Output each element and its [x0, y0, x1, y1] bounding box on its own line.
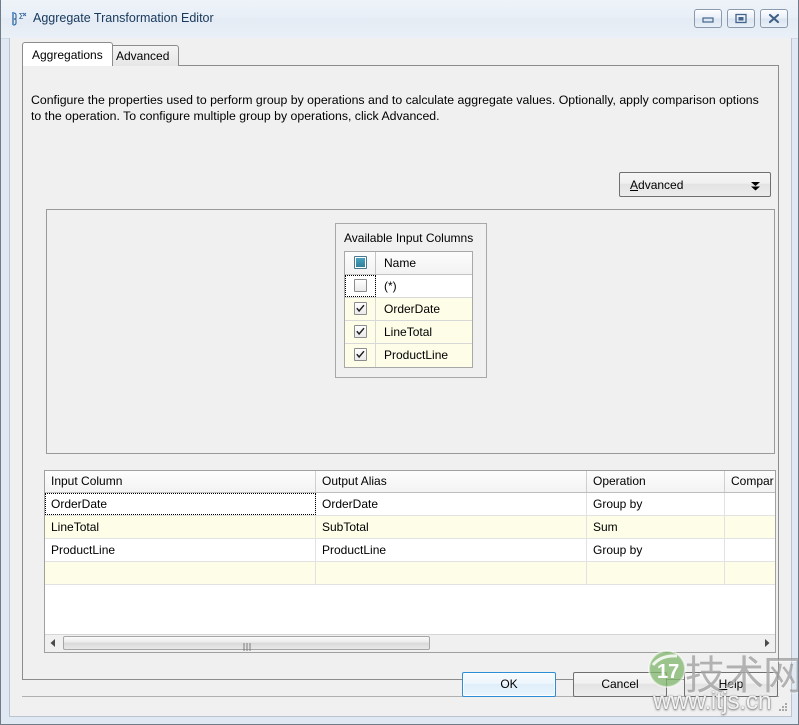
advanced-button[interactable]: Advanced: [619, 172, 771, 197]
available-input-columns-grid[interactable]: Name (*) OrderDate LineTotal ProductLine: [344, 251, 473, 368]
grid-header-comparison[interactable]: Compar: [725, 471, 775, 492]
column-checkbox-linetotal[interactable]: [354, 325, 367, 338]
advanced-label-rest: dvanced: [638, 178, 684, 192]
cell-operation[interactable]: Group by: [587, 493, 725, 515]
cell-input-column[interactable]: ProductLine: [45, 539, 316, 561]
cell-output-alias[interactable]: SubTotal: [316, 516, 587, 538]
title-bar[interactable]: Σ Aggregate Transformation Editor: [1, 0, 798, 39]
cancel-button-label: Cancel: [601, 677, 639, 691]
close-button[interactable]: [760, 9, 788, 28]
triangle-right-icon[interactable]: [758, 635, 775, 651]
triangle-left-icon[interactable]: [45, 635, 62, 651]
available-columns-name-header: Name: [384, 256, 417, 270]
ok-button[interactable]: OK: [462, 672, 556, 697]
horizontal-scrollbar[interactable]: [45, 634, 775, 652]
tab-aggregations[interactable]: Aggregations: [22, 42, 113, 66]
tab-strip: Aggregations Advanced: [22, 42, 779, 66]
window-title: Aggregate Transformation Editor: [33, 11, 214, 25]
resize-grip-icon[interactable]: [776, 701, 788, 713]
checkbox-cell-linetotal[interactable]: [345, 321, 376, 343]
cell-operation[interactable]: Sum: [587, 516, 725, 538]
minimize-button[interactable]: [694, 9, 722, 28]
available-column-row-linetotal[interactable]: LineTotal: [345, 321, 472, 344]
tab-aggregations-label: Aggregations: [32, 48, 103, 62]
cell-output-alias[interactable]: OrderDate: [316, 493, 587, 515]
column-picker-panel: Available Input Columns Name (*) OrderDa…: [46, 209, 775, 454]
cell-output-alias[interactable]: [316, 562, 587, 584]
available-column-label-linetotal: LineTotal: [384, 325, 433, 339]
cell-input-column[interactable]: OrderDate: [45, 493, 316, 515]
select-all-cell[interactable]: [345, 252, 376, 274]
help-button[interactable]: Help: [684, 672, 778, 697]
advanced-mnemonic: A: [630, 178, 639, 192]
cell-input-column[interactable]: [45, 562, 316, 584]
grid-header-input-column[interactable]: Input Column: [45, 471, 316, 492]
cancel-button[interactable]: Cancel: [573, 672, 667, 697]
table-row[interactable]: ProductLine ProductLine Group by: [45, 539, 775, 562]
available-column-label-star: (*): [384, 279, 397, 293]
tab-advanced[interactable]: Advanced: [106, 45, 180, 66]
available-columns-header-row: Name: [345, 252, 472, 275]
cell-comparison[interactable]: [725, 493, 775, 515]
grid-header-output-alias[interactable]: Output Alias: [316, 471, 587, 492]
dialog-window: Σ Aggregate Transformation Editor Aggreg…: [0, 0, 799, 725]
ok-button-label: OK: [500, 677, 518, 691]
checkbox-cell-productline[interactable]: [345, 344, 376, 367]
double-chevron-down-icon: [750, 181, 761, 195]
tab-advanced-label: Advanced: [116, 49, 170, 63]
cell-comparison[interactable]: [725, 562, 775, 584]
aggregate-transform-icon: Σ: [11, 11, 27, 27]
available-input-columns-group: Available Input Columns Name (*) OrderDa…: [335, 223, 487, 378]
available-column-row-productline[interactable]: ProductLine: [345, 344, 472, 367]
dialog-client-area: Aggregations Advanced Configure the prop…: [9, 38, 792, 717]
table-row[interactable]: OrderDate OrderDate Group by: [45, 493, 775, 516]
available-column-label-productline: ProductLine: [384, 348, 449, 362]
advanced-button-label: Advanced: [630, 178, 683, 192]
select-all-checkbox[interactable]: [354, 256, 367, 269]
checkbox-cell-star[interactable]: [345, 275, 376, 297]
table-row-new[interactable]: [45, 562, 775, 585]
grid-header-operation[interactable]: Operation: [587, 471, 725, 492]
cell-operation[interactable]: [587, 562, 725, 584]
cell-comparison[interactable]: [725, 539, 775, 561]
focus-rectangle: [345, 275, 376, 297]
available-column-row-orderdate[interactable]: OrderDate: [345, 298, 472, 321]
cell-input-column[interactable]: LineTotal: [45, 516, 316, 538]
aggregations-grid[interactable]: Input Column Output Alias Operation Comp…: [44, 470, 776, 653]
cell-output-alias[interactable]: ProductLine: [316, 539, 587, 561]
column-checkbox-productline[interactable]: [354, 348, 367, 361]
description-text: Configure the properties used to perform…: [31, 93, 759, 123]
grid-header-row: Input Column Output Alias Operation Comp…: [45, 471, 775, 493]
available-input-columns-title: Available Input Columns: [344, 231, 474, 245]
scrollbar-grip-icon: [243, 640, 252, 651]
column-checkbox-orderdate[interactable]: [354, 302, 367, 315]
checkbox-cell-orderdate[interactable]: [345, 298, 376, 320]
help-button-label: elp: [727, 677, 744, 691]
cell-operation[interactable]: Group by: [587, 539, 725, 561]
available-column-row-star[interactable]: (*): [345, 275, 472, 298]
maximize-button[interactable]: [727, 9, 755, 28]
cell-comparison[interactable]: [725, 516, 775, 538]
table-row[interactable]: LineTotal SubTotal Sum: [45, 516, 775, 539]
scrollbar-thumb[interactable]: [63, 636, 430, 651]
available-column-label-orderdate: OrderDate: [384, 302, 441, 316]
grid-empty-area: [45, 585, 775, 634]
